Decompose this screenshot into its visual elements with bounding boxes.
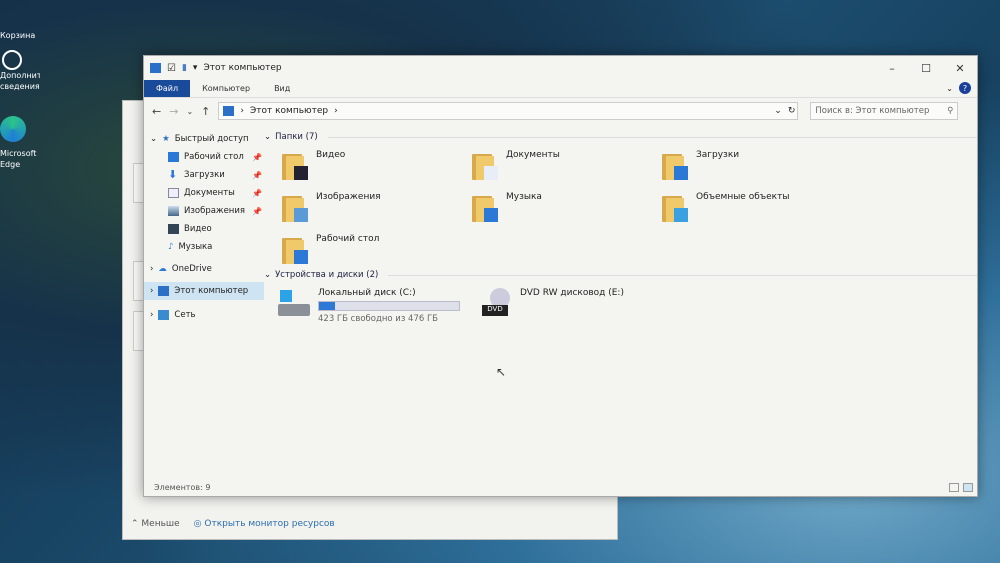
- computer-icon: [223, 106, 235, 116]
- tab-file[interactable]: Файл: [144, 80, 191, 97]
- nav-network[interactable]: › Сеть: [144, 306, 264, 324]
- chevron-down-icon: ⌄: [264, 270, 272, 280]
- maximize-button[interactable]: ☐: [909, 56, 943, 80]
- pin-icon: 📌: [252, 152, 262, 162]
- video-icon: [168, 224, 179, 234]
- fewer-details-button[interactable]: ⌃ Меньше: [131, 519, 180, 529]
- desktop-icon-info[interactable]: Дополнительные сведения о...: [0, 50, 40, 92]
- mouse-cursor: ↖: [496, 365, 507, 379]
- folder-video[interactable]: Видео: [282, 150, 472, 182]
- desktop-icon: [168, 152, 179, 162]
- large-icons-view-icon[interactable]: [963, 483, 973, 492]
- computer-icon: [150, 63, 161, 73]
- folder-documents[interactable]: Документы: [472, 150, 662, 182]
- pin-icon: 📌: [252, 170, 262, 180]
- window-title: Этот компьютер: [203, 63, 282, 73]
- refresh-icon[interactable]: ↻: [788, 106, 796, 116]
- drive-e[interactable]: DVD DVD RW дисковод (E:): [480, 288, 670, 324]
- content-pane: ⌄ Папки (7) Видео Документы Загрузки Изображ…: [264, 130, 977, 476]
- ribbon: Файл Компьютер Вид ⌄?: [144, 80, 977, 98]
- nav-item-music[interactable]: ♪ Музыка: [144, 238, 264, 256]
- open-resource-monitor-link[interactable]: ◎ Открыть монитор ресурсов: [194, 519, 335, 529]
- desktop-icon-edge[interactable]: Microsoft Edge: [0, 116, 40, 170]
- documents-icon: [168, 188, 179, 198]
- search-icon: ⚲: [947, 106, 954, 116]
- minimize-button[interactable]: –: [875, 56, 909, 80]
- nav-item-videos[interactable]: Видео: [144, 220, 264, 238]
- folder-icon: [282, 192, 308, 222]
- folder-icon: [282, 234, 308, 264]
- download-icon: ⬇: [168, 168, 178, 181]
- address-bar[interactable]: › Этот компьютер › ⌄ ↻: [218, 102, 799, 120]
- chevron-down-icon: ⌄: [264, 132, 272, 142]
- nav-onedrive[interactable]: › ☁ OneDrive: [144, 260, 264, 278]
- pin-icon: 📌: [252, 188, 262, 198]
- devices-group-header[interactable]: ⌄ Устройства и диски (2): [264, 268, 977, 282]
- folder-pictures[interactable]: Изображения: [282, 192, 472, 224]
- close-button[interactable]: ✕: [943, 56, 977, 80]
- chevron-right-icon[interactable]: ›: [334, 106, 338, 116]
- star-icon: ★: [162, 134, 170, 144]
- nav-item-desktop[interactable]: Рабочий стол 📌: [144, 148, 264, 166]
- chevron-down-icon: ⌄: [150, 134, 158, 144]
- folder-music[interactable]: Музыка: [472, 192, 662, 224]
- computer-icon: [158, 286, 170, 296]
- nav-item-downloads[interactable]: ⬇ Загрузки 📌: [144, 166, 264, 184]
- tab-computer[interactable]: Компьютер: [190, 80, 262, 97]
- folder-icon: [282, 150, 308, 180]
- hard-drive-icon: [278, 288, 312, 320]
- folder-downloads[interactable]: Загрузки: [662, 150, 852, 182]
- desktop-icon-recycle-bin[interactable]: Корзина: [0, 30, 60, 41]
- nav-item-documents[interactable]: Документы 📌: [144, 184, 264, 202]
- help-icon[interactable]: ?: [959, 82, 971, 94]
- folder-icon: [472, 192, 498, 222]
- chevron-right-icon: ›: [150, 286, 154, 296]
- nav-item-pictures[interactable]: Изображения 📌: [144, 202, 264, 220]
- folders-group-header[interactable]: ⌄ Папки (7): [264, 130, 977, 144]
- dvd-drive-icon: DVD: [480, 288, 514, 320]
- folder-3d-objects[interactable]: Объемные объекты: [662, 192, 852, 224]
- chevron-right-icon: ›: [150, 310, 154, 320]
- drive-c[interactable]: Локальный диск (C:) 423 ГБ свободно из 4…: [278, 288, 468, 324]
- music-icon: ♪: [168, 242, 174, 252]
- nav-quick-access[interactable]: ⌄ ★ Быстрый доступ: [144, 130, 264, 148]
- address-dropdown-icon[interactable]: ⌄: [774, 106, 782, 116]
- folder-icon: [472, 150, 498, 180]
- chevron-right-icon: ›: [240, 106, 244, 116]
- new-folder-icon[interactable]: ▮: [182, 63, 187, 73]
- title-bar: ☑ ▮ ▾ Этот компьютер – ☐ ✕: [144, 56, 977, 80]
- up-button[interactable]: ↑: [201, 105, 210, 118]
- folder-icon: [662, 150, 688, 180]
- search-input[interactable]: Поиск в: Этот компьютер ⚲: [810, 102, 959, 120]
- tab-view[interactable]: Вид: [262, 80, 302, 97]
- details-view-icon[interactable]: [949, 483, 959, 492]
- pin-icon: 📌: [252, 206, 262, 216]
- properties-icon[interactable]: ☑: [167, 63, 176, 74]
- customize-quick-access-icon[interactable]: ▾: [193, 63, 198, 73]
- folder-desktop[interactable]: Рабочий стол: [282, 234, 472, 266]
- expand-ribbon-icon[interactable]: ⌄: [946, 84, 953, 93]
- recent-locations-button[interactable]: ⌄: [186, 107, 193, 116]
- edge-icon: [0, 116, 26, 142]
- status-bar-item-count: Элементов: 9: [154, 483, 211, 492]
- forward-button[interactable]: →: [169, 105, 178, 118]
- nav-this-pc[interactable]: › Этот компьютер: [144, 282, 264, 300]
- folder-icon: [662, 192, 688, 222]
- navigation-pane: ⌄ ★ Быстрый доступ Рабочий стол 📌 ⬇ Загрузки…: [144, 130, 264, 476]
- drive-usage-bar: [318, 301, 460, 311]
- pictures-icon: [168, 206, 179, 216]
- info-icon: [2, 50, 22, 70]
- network-icon: [158, 310, 170, 320]
- cloud-icon: ☁: [158, 264, 167, 274]
- chevron-right-icon: ›: [150, 264, 154, 274]
- back-button[interactable]: ←: [152, 105, 161, 118]
- breadcrumb-this-pc[interactable]: Этот компьютер: [250, 106, 328, 116]
- file-explorer-window[interactable]: ☑ ▮ ▾ Этот компьютер – ☐ ✕ Файл Компьюте…: [143, 55, 978, 497]
